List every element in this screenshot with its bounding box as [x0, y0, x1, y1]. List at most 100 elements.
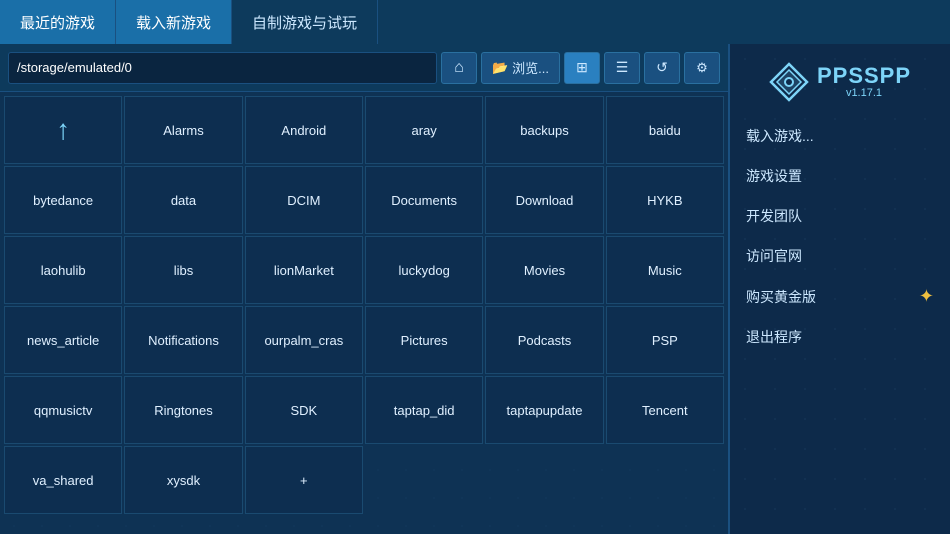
file-cell[interactable]: Download [485, 166, 603, 234]
file-cell[interactable]: luckydog [365, 236, 483, 304]
tab-load-game[interactable]: 载入新游戏 [116, 0, 232, 44]
main-layout: /storage/emulated/0 ⌂ 📂 浏览... ⊞ ☰ ↺ ⚙ [0, 44, 950, 534]
up-arrow-icon: ↑ [56, 114, 70, 146]
file-cell[interactable]: qqmusictv [4, 376, 122, 444]
home-button[interactable]: ⌂ [441, 52, 477, 84]
file-cell[interactable]: ourpalm_cras [245, 306, 363, 374]
sidebar-menu-item-4[interactable]: 购买黄金版 ✦ [730, 276, 950, 317]
sidebar-menu-label: 购买黄金版 [746, 287, 816, 307]
list-view-button[interactable]: ☰ [604, 52, 640, 84]
file-cell[interactable]: aray [365, 96, 483, 164]
file-cell[interactable]: SDK [245, 376, 363, 444]
cell-label: lionMarket [270, 259, 338, 282]
cell-label: Podcasts [514, 329, 575, 352]
cell-label: bytedance [29, 189, 97, 212]
cell-label: + [296, 469, 312, 492]
file-cell[interactable]: news_article [4, 306, 122, 374]
address-bar: /storage/emulated/0 ⌂ 📂 浏览... ⊞ ☰ ↺ ⚙ [0, 44, 728, 92]
file-cell[interactable]: taptap_did [365, 376, 483, 444]
cell-label: Documents [387, 189, 461, 212]
file-grid-container: ↑ Alarms Android aray backups baidu bytedance d… [0, 92, 728, 534]
file-cell[interactable]: Alarms [124, 96, 242, 164]
sidebar-menu-label: 访问官网 [746, 246, 802, 266]
file-cell[interactable]: Movies [485, 236, 603, 304]
app-version: v1.17.1 [817, 87, 911, 99]
file-browser: /storage/emulated/0 ⌂ 📂 浏览... ⊞ ☰ ↺ ⚙ [0, 44, 730, 534]
cell-label: backups [516, 119, 572, 142]
sidebar-menu-item-1[interactable]: 游戏设置 [730, 156, 950, 196]
top-navigation: 最近的游戏 载入新游戏 自制游戏与试玩 [0, 0, 950, 44]
cell-label: xysdk [163, 469, 204, 492]
file-cell[interactable]: data [124, 166, 242, 234]
file-cell[interactable]: Ringtones [124, 376, 242, 444]
cell-label: Android [277, 119, 330, 142]
star-icon: ✦ [919, 286, 934, 307]
file-cell[interactable]: backups [485, 96, 603, 164]
cell-label: aray [408, 119, 441, 142]
sidebar-menu-item-3[interactable]: 访问官网 [730, 236, 950, 276]
cell-label: taptapupdate [503, 399, 587, 422]
refresh-icon: ↺ [656, 59, 668, 76]
cell-label: Download [512, 189, 578, 212]
sidebar-logo: PPSSPP v1.17.1 [730, 52, 950, 116]
file-cell[interactable]: Android [245, 96, 363, 164]
cell-label: Alarms [159, 119, 207, 142]
sidebar-menu-item-0[interactable]: 载入游戏... [730, 116, 950, 156]
cell-label: Notifications [144, 329, 223, 352]
sidebar-menu-label: 载入游戏... [746, 126, 814, 146]
cell-label: baidu [645, 119, 685, 142]
cell-label: PSP [648, 329, 682, 352]
browse-button[interactable]: 📂 浏览... [481, 52, 560, 84]
refresh-button[interactable]: ↺ [644, 52, 680, 84]
tab-recent-games[interactable]: 最近的游戏 [0, 0, 116, 44]
cell-label: HYKB [643, 189, 686, 212]
cell-label: news_article [23, 329, 103, 352]
file-cell[interactable]: PSP [606, 306, 724, 374]
file-cell[interactable]: Podcasts [485, 306, 603, 374]
sidebar-menu-item-5[interactable]: 退出程序 [730, 317, 950, 357]
cell-label: data [167, 189, 200, 212]
grid-view-button[interactable]: ⊞ [564, 52, 600, 84]
file-cell[interactable]: Tencent [606, 376, 724, 444]
sidebar-menu-label: 开发团队 [746, 206, 802, 226]
home-icon: ⌂ [454, 59, 464, 77]
file-cell[interactable]: libs [124, 236, 242, 304]
cell-label: Ringtones [150, 399, 217, 422]
tab-homebrew[interactable]: 自制游戏与试玩 [232, 0, 378, 44]
app-title: PPSSPP [817, 65, 911, 87]
file-cell[interactable]: Music [606, 236, 724, 304]
file-cell[interactable]: xysdk [124, 446, 242, 514]
file-cell[interactable]: Notifications [124, 306, 242, 374]
browse-label: 浏览... [512, 58, 549, 77]
up-directory-button[interactable]: ↑ [4, 96, 122, 164]
settings-icon: ⚙ [696, 60, 708, 76]
cell-label: luckydog [395, 259, 454, 282]
sidebar-menu-item-2[interactable]: 开发团队 [730, 196, 950, 236]
right-sidebar: PPSSPP v1.17.1 载入游戏... 游戏设置开发团队访问官网购买黄金版 ✦… [730, 44, 950, 534]
file-cell[interactable]: DCIM [245, 166, 363, 234]
file-cell[interactable]: Pictures [365, 306, 483, 374]
settings-button[interactable]: ⚙ [684, 52, 720, 84]
cell-label: Tencent [638, 399, 692, 422]
file-cell[interactable]: bytedance [4, 166, 122, 234]
file-cell[interactable]: HYKB [606, 166, 724, 234]
cell-label: Music [644, 259, 686, 282]
file-cell[interactable]: lionMarket [245, 236, 363, 304]
logo-text-block: PPSSPP v1.17.1 [817, 65, 911, 99]
file-cell[interactable]: Documents [365, 166, 483, 234]
path-display: /storage/emulated/0 [8, 52, 437, 84]
file-cell[interactable]: laohulib [4, 236, 122, 304]
sidebar-menu-label: 游戏设置 [746, 166, 802, 186]
file-cell[interactable]: taptapupdate [485, 376, 603, 444]
cell-label: Movies [520, 259, 569, 282]
cell-label: libs [170, 259, 198, 282]
cell-label: Pictures [397, 329, 452, 352]
file-cell[interactable]: baidu [606, 96, 724, 164]
grid-icon: ⊞ [576, 59, 588, 76]
folder-icon: 📂 [492, 60, 508, 76]
add-button[interactable]: + [245, 446, 363, 514]
cell-label: qqmusictv [30, 399, 97, 422]
sidebar-menu-label: 退出程序 [746, 327, 802, 347]
file-cell[interactable]: va_shared [4, 446, 122, 514]
cell-label: taptap_did [390, 399, 459, 422]
